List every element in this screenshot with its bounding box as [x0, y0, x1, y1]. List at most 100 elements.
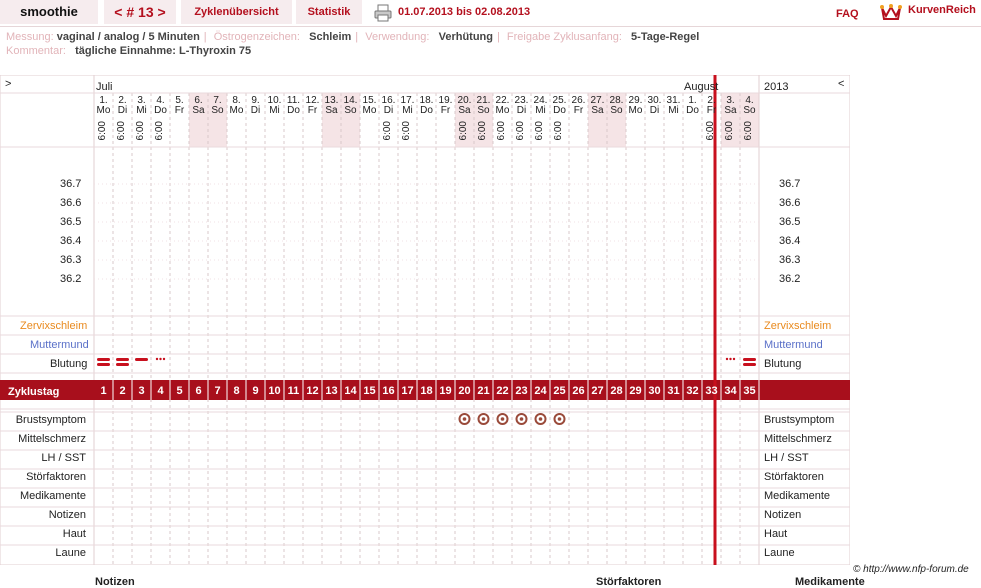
cycle-day-number: 11 — [287, 385, 300, 397]
measurement-time: 6:00 — [477, 121, 488, 141]
logo-text[interactable]: KurvenReich — [908, 4, 976, 16]
row-label-right: Mittelschmerz — [764, 433, 832, 445]
crown-logo-icon[interactable] — [880, 2, 902, 22]
weekday-label: Di — [516, 105, 527, 116]
cycle-day-number: 24 — [534, 385, 547, 397]
kommentar-value: tägliche Einnahme: L-Thyroxin 75 — [75, 45, 252, 57]
tab-statistics[interactable]: Statistik — [296, 0, 362, 24]
weekday-label: Do — [287, 105, 300, 116]
cycle-navigator[interactable]: < # 13 > — [104, 0, 176, 24]
row-label-right: Notizen — [764, 509, 802, 521]
cycle-day-number: 7 — [214, 385, 221, 397]
weekday-label: So — [610, 105, 623, 116]
temp-label-left: 36.4 — [60, 235, 82, 247]
measurement-time: 6:00 — [154, 121, 165, 141]
blutung-label-right: Blutung — [764, 358, 802, 370]
measurement-time: 6:00 — [116, 121, 127, 141]
weekday-label: Mo — [229, 105, 244, 116]
month-august: August — [684, 81, 719, 93]
measurement-time: 6:00 — [705, 121, 716, 141]
kommentar-label: Kommentar: — [6, 45, 66, 57]
cycle-day-number: 31 — [667, 385, 680, 397]
meta-line-1: Messung: vaginal / analog / 5 Minuten | Ö… — [6, 31, 700, 43]
weekday-label: Mi — [402, 105, 413, 116]
measurement-time: 6:00 — [458, 121, 469, 141]
tab-cycle-overview[interactable]: Zyklenübersicht — [181, 0, 292, 24]
row-label-left: Mittelschmerz — [18, 433, 86, 445]
cycle-day-number: 23 — [515, 385, 528, 397]
temp-label-right: 36.5 — [779, 216, 801, 228]
cycle-day-number: 14 — [344, 385, 357, 397]
cycle-day-number: 33 — [705, 385, 718, 397]
weekday-label: Di — [383, 105, 394, 116]
temp-label-left: 36.2 — [60, 273, 82, 285]
year-label: 2013 — [764, 81, 789, 93]
weekday-label: Do — [553, 105, 566, 116]
cycle-day-number: 26 — [572, 385, 585, 397]
footer-stoerfaktoren-heading: Störfaktoren — [596, 576, 662, 588]
chart-overlay: > < Juli August 2013 Zervixschleim Mutte… — [0, 75, 850, 565]
temp-label-left: 36.7 — [60, 178, 82, 190]
weekday-label: Do — [686, 105, 699, 116]
cycle-day-number: 9 — [252, 385, 259, 397]
measurement-time: 6:00 — [724, 121, 735, 141]
nav-next-button[interactable]: < — [838, 78, 844, 90]
measurement-time: 6:00 — [553, 121, 564, 141]
cycle-day-number: 4 — [157, 385, 164, 397]
measurement-time: 6:00 — [496, 121, 507, 141]
cycle-day-number: 1 — [100, 385, 107, 397]
weekday-label: Di — [649, 105, 660, 116]
muttermund-label-right: Muttermund — [764, 339, 823, 351]
cycle-day-number: 20 — [458, 385, 471, 397]
cycle-day-number: 32 — [686, 385, 699, 397]
row-label-left: Haut — [62, 528, 86, 540]
cycle-day-number: 28 — [610, 385, 623, 397]
weekday-label: So — [477, 105, 490, 116]
temp-label-left: 36.3 — [60, 254, 82, 266]
weekday-label: Di — [250, 105, 261, 116]
weekday-label: Sa — [325, 105, 338, 116]
cycle-day-number: 19 — [439, 385, 452, 397]
weekday-label: Fr — [573, 105, 584, 116]
row-label-right: Störfaktoren — [764, 471, 824, 483]
measurement-time: 6:00 — [401, 121, 412, 141]
row-label-right: Medikamente — [764, 490, 831, 502]
cycle-day-number: 25 — [553, 385, 566, 397]
user-name: smoothie — [0, 0, 98, 24]
nav-prev-button[interactable]: > — [5, 78, 11, 90]
row-label-right: Brustsymptom — [764, 414, 835, 426]
weekday-label: Mo — [628, 105, 643, 116]
cycle-day-number: 29 — [629, 385, 642, 397]
temp-label-right: 36.4 — [779, 235, 801, 247]
weekday-label: Mo — [362, 105, 377, 116]
cycle-day-number: 2 — [119, 385, 126, 397]
zyklustag-label: Zyklustag — [8, 386, 60, 398]
weekday-label: So — [211, 105, 224, 116]
faq-link[interactable]: FAQ — [836, 8, 859, 20]
temp-label-right: 36.2 — [779, 273, 801, 285]
measurement-time: 6:00 — [534, 121, 545, 141]
temp-label-right: 36.6 — [779, 197, 801, 209]
top-bar: smoothie < # 13 > Zyklenübersicht Statis… — [0, 0, 981, 27]
verwendung-label: Verwendung: — [365, 31, 430, 43]
measurement-time: 6:00 — [97, 121, 108, 141]
row-label-right: LH / SST — [764, 452, 809, 464]
cycle-day-number: 13 — [325, 385, 338, 397]
weekday-label: Fr — [307, 105, 318, 116]
weekday-label: Do — [154, 105, 167, 116]
meta-line-2: Kommentar: tägliche Einnahme: L-Thyroxin… — [6, 45, 251, 57]
messung-value: vaginal / analog / 5 Minuten — [56, 31, 200, 43]
cycle-day-number: 3 — [138, 385, 145, 397]
date-range: 01.07.2013 bis 02.08.2013 — [398, 6, 531, 18]
row-label-left: Notizen — [48, 509, 86, 521]
copyright: © http://www.nfp-forum.de — [853, 564, 969, 575]
weekday-label: Fr — [174, 105, 185, 116]
freigabe-value: 5-Tage-Regel — [631, 31, 700, 43]
printer-icon[interactable] — [374, 4, 392, 22]
cycle-day-number: 22 — [496, 385, 509, 397]
blutung-label-left: Blutung — [50, 358, 88, 370]
measurement-time: 6:00 — [382, 121, 393, 141]
verwendung-value: Verhütung — [438, 31, 493, 43]
month-july: Juli — [96, 81, 113, 93]
weekday-label: So — [344, 105, 357, 116]
